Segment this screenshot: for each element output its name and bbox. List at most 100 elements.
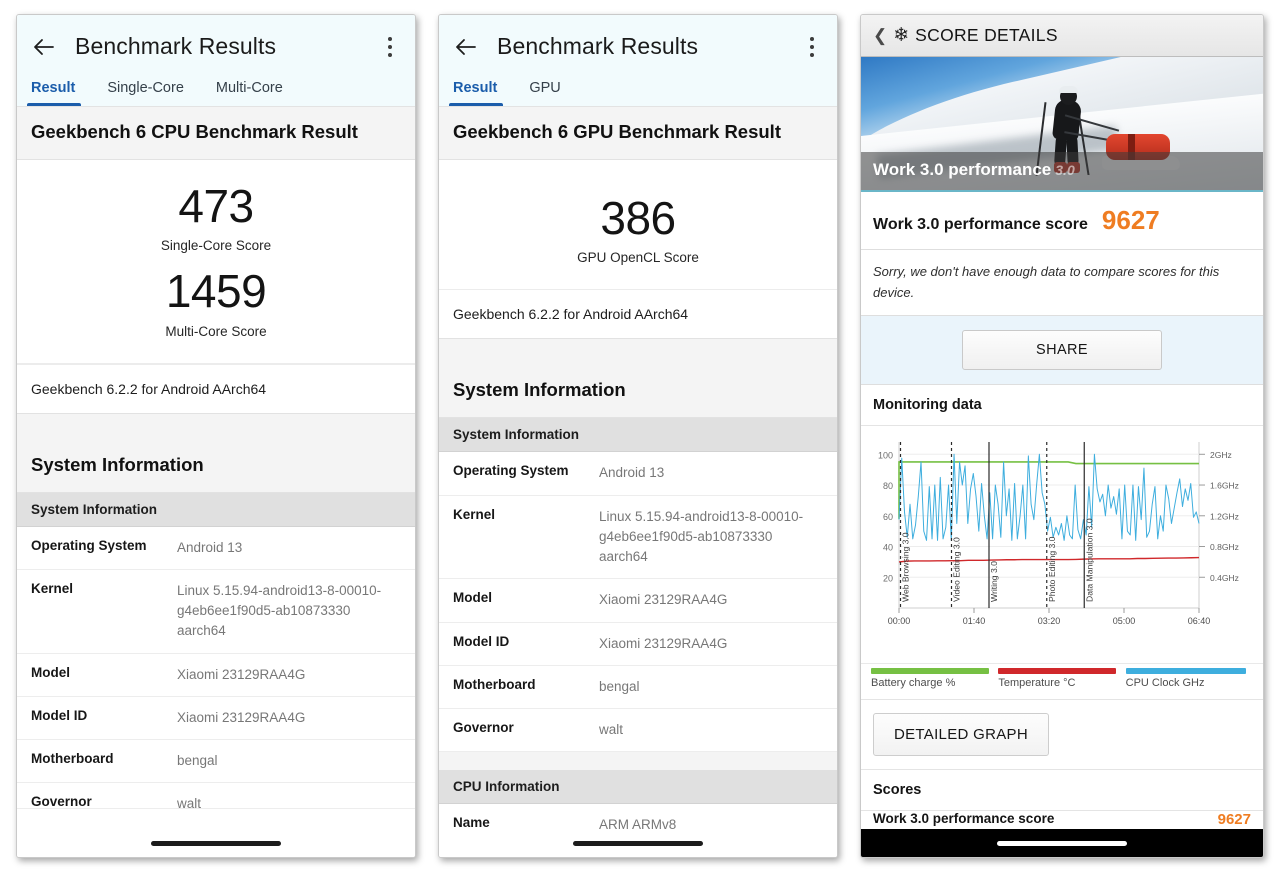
page-title: Benchmark Results bbox=[497, 33, 699, 59]
row-key: Model bbox=[31, 664, 70, 680]
row-key: Governor bbox=[31, 794, 92, 810]
svg-text:60: 60 bbox=[883, 511, 893, 521]
legend-label-battery: Battery charge % bbox=[871, 676, 956, 689]
row-key: Motherboard bbox=[31, 751, 114, 767]
svg-text:00:00: 00:00 bbox=[888, 616, 911, 626]
table-row: Model ID Xiaomi 23129RAA4G bbox=[439, 622, 837, 666]
hero-image: Work 3.0 performance 3.0 bbox=[861, 57, 1263, 193]
cpu-section-gap bbox=[17, 413, 415, 440]
monitoring-chart-svg: 20 40 60 80 100 0.4GHz 0.8GHz 1.2GHz 1.6GHz 2GHz 0… bbox=[878, 441, 1239, 626]
overflow-menu-icon[interactable] bbox=[379, 34, 401, 60]
geekbench-cpu-panel: Benchmark Results Result Single-Core Mul… bbox=[16, 14, 416, 858]
legend-swatch-cpu bbox=[1125, 667, 1246, 674]
svg-text:01:40: 01:40 bbox=[963, 616, 986, 626]
back-arrow-icon[interactable] bbox=[453, 34, 479, 60]
nav-home-pill[interactable] bbox=[997, 840, 1127, 846]
table-row: Motherboard bengal bbox=[439, 665, 837, 710]
gpu-sysinfo-heading: System Information bbox=[453, 379, 626, 401]
hero-caption-faint: 3.0 bbox=[1055, 162, 1075, 179]
cpu-sysinfo-subheader: System Information bbox=[17, 492, 415, 527]
row-value: Linux 5.15.94-android13-8-00010-g4eb6ee1… bbox=[177, 582, 382, 639]
row-value: walt bbox=[177, 796, 202, 810]
pcmark-app-bar: ❮ ❄ SCORE DETAILS bbox=[861, 15, 1263, 57]
detailed-graph-button[interactable]: DETAILED GRAPH bbox=[873, 712, 1049, 756]
row-key: Operating System bbox=[31, 537, 147, 553]
row-key: Governor bbox=[453, 720, 514, 736]
detailed-graph-band: DETAILED GRAPH bbox=[861, 699, 1263, 770]
svg-text:100: 100 bbox=[878, 450, 893, 460]
tab-result[interactable]: Result bbox=[17, 74, 91, 106]
gpu-result-title: Geekbench 6 GPU Benchmark Result bbox=[453, 121, 781, 142]
cpu-score-block: 473 Single-Core Score 1459 Multi-Core Sc… bbox=[17, 160, 415, 364]
legend-swatch-battery bbox=[871, 667, 989, 674]
svg-text:1.2GHz: 1.2GHz bbox=[1210, 511, 1239, 521]
row-key: Kernel bbox=[31, 580, 74, 596]
gpu-sysinfo-heading-band: System Information bbox=[439, 365, 837, 419]
row-key: Model ID bbox=[31, 707, 88, 723]
legend-item-cpu: CPU Clock GHz bbox=[1125, 667, 1253, 689]
table-row: Governor walt bbox=[439, 709, 837, 753]
tab-gpu[interactable]: GPU bbox=[513, 74, 576, 106]
legend-label-temperature: Temperature °C bbox=[998, 676, 1076, 689]
cpu-result-title: Geekbench 6 CPU Benchmark Result bbox=[31, 121, 358, 142]
svg-text:03:20: 03:20 bbox=[1038, 616, 1061, 626]
row-key: Kernel bbox=[453, 506, 496, 522]
cpu-version-row: Geekbench 6.2.2 for Android AArch64 bbox=[17, 363, 415, 414]
nav-home-pill[interactable] bbox=[151, 840, 281, 846]
hero-caption-text: Work 3.0 performance bbox=[873, 160, 1052, 180]
row-key: Motherboard bbox=[453, 676, 536, 692]
table-row: Governor walt bbox=[17, 783, 415, 810]
back-chevron-icon[interactable]: ❮ bbox=[873, 27, 887, 44]
row-key: Name bbox=[453, 815, 490, 829]
single-core-score-label: Single-Core Score bbox=[160, 238, 272, 254]
row-value: ARM ARMv8 bbox=[599, 817, 677, 829]
table-row: Model Xiaomi 23129RAA4G bbox=[439, 579, 837, 623]
svg-text:Writing 3.0: Writing 3.0 bbox=[989, 561, 999, 602]
table-row: Name ARM ARMv8 bbox=[439, 804, 837, 829]
cpu-app-bar: Benchmark Results bbox=[17, 15, 415, 70]
gpu-scroll-area[interactable]: Geekbench 6 GPU Benchmark Result 386 GPU… bbox=[439, 107, 837, 829]
overflow-menu-icon[interactable] bbox=[801, 34, 823, 60]
page-title: SCORE DETAILS bbox=[915, 25, 1058, 45]
cpu-sysinfo-heading-band: System Information bbox=[17, 439, 415, 493]
snowflake-icon: ❄ bbox=[893, 25, 910, 46]
legend-label-cpu: CPU Clock GHz bbox=[1125, 676, 1205, 689]
svg-text:Video Editing 3.0: Video Editing 3.0 bbox=[952, 537, 962, 602]
scores-row-label: Work 3.0 performance score bbox=[873, 810, 1055, 826]
nav-home-pill[interactable] bbox=[573, 840, 703, 846]
multi-core-score-value: 1459 bbox=[165, 265, 267, 318]
gpu-cpuinfo-subheader: CPU Information bbox=[439, 770, 837, 805]
row-value: Android 13 bbox=[599, 465, 665, 481]
share-button[interactable]: SHARE bbox=[962, 329, 1162, 370]
svg-text:40: 40 bbox=[883, 542, 893, 552]
pcmark-score-row: Work 3.0 performance score 9627 bbox=[861, 192, 1263, 251]
chart-legend: Battery charge % Temperature °C CPU Cloc… bbox=[861, 663, 1263, 700]
table-row: Kernel Linux 5.15.94-android13-8-00010-g… bbox=[17, 569, 415, 654]
android-nav-bar bbox=[861, 829, 1263, 857]
row-value: Android 13 bbox=[177, 539, 243, 555]
svg-text:Data Manipulation 3.0: Data Manipulation 3.0 bbox=[1084, 518, 1094, 602]
table-row: Model ID Xiaomi 23129RAA4G bbox=[17, 696, 415, 741]
scores-first-row-clipped: Work 3.0 performance score 9627 bbox=[861, 810, 1263, 829]
back-arrow-icon[interactable] bbox=[31, 34, 57, 60]
row-value: Xiaomi 23129RAA4G bbox=[599, 635, 728, 651]
row-key: Model bbox=[453, 590, 492, 606]
cpu-result-header: Geekbench 6 CPU Benchmark Result bbox=[17, 107, 415, 160]
scores-row-value: 9627 bbox=[1217, 810, 1251, 828]
gpu-app-bar: Benchmark Results bbox=[439, 15, 837, 70]
cpu-scroll-area[interactable]: Geekbench 6 CPU Benchmark Result 473 Sin… bbox=[17, 107, 415, 829]
row-value: bengal bbox=[177, 753, 218, 769]
android-nav-bar bbox=[17, 829, 415, 857]
svg-text:Web Browsing 3.0: Web Browsing 3.0 bbox=[901, 532, 911, 602]
gpu-version-row: Geekbench 6.2.2 for Android AArch64 bbox=[439, 289, 837, 340]
table-row: Motherboard bengal bbox=[17, 740, 415, 784]
tab-result[interactable]: Result bbox=[439, 74, 513, 106]
row-key: Model ID bbox=[453, 633, 510, 649]
svg-text:06:40: 06:40 bbox=[1188, 616, 1211, 626]
row-value: Linux 5.15.94-android13-8-00010-g4eb6ee1… bbox=[599, 508, 804, 565]
tab-single-core[interactable]: Single-Core bbox=[91, 74, 200, 106]
row-value: bengal bbox=[599, 678, 640, 694]
table-row: Operating System Android 13 bbox=[17, 526, 415, 570]
svg-text:0.8GHz: 0.8GHz bbox=[1210, 542, 1239, 552]
tab-multi-core[interactable]: Multi-Core bbox=[200, 74, 299, 106]
